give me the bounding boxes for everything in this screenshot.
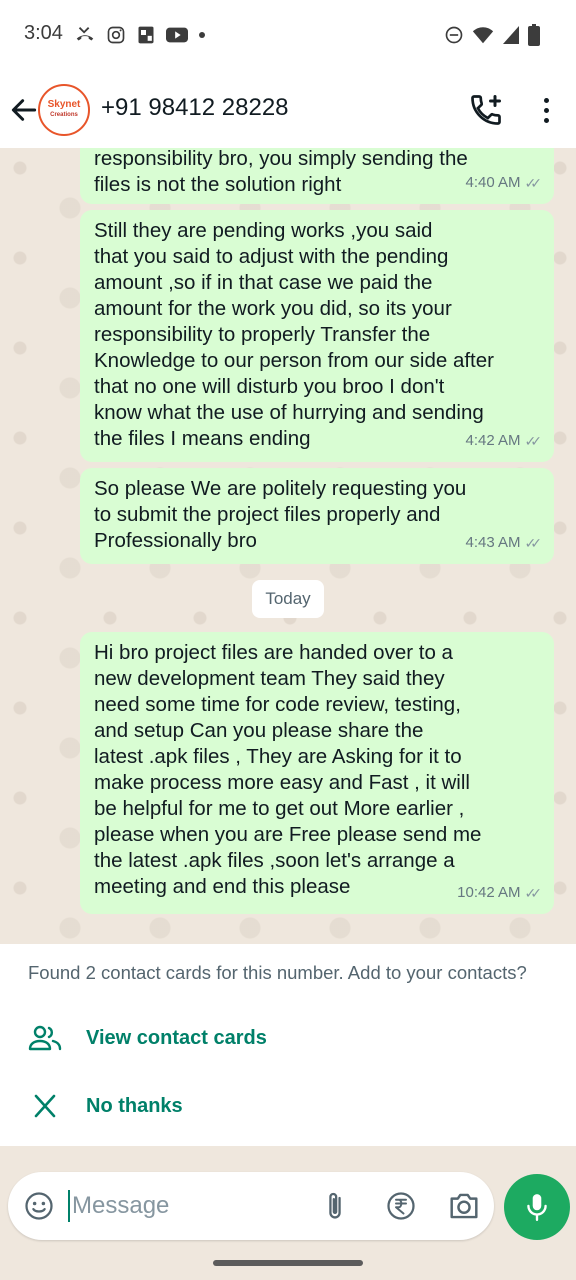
status-time: 3:04	[24, 22, 63, 44]
double-tick-icon: ✓✓	[524, 175, 543, 191]
battery-icon	[528, 24, 540, 46]
message-meta: 4:42 AM ✓✓	[465, 428, 542, 454]
camera-icon[interactable]	[448, 1191, 480, 1221]
message-bubble[interactable]: Still they are pending works ,you said t…	[80, 210, 554, 462]
message-bubble[interactable]: responsibility bro, you simply sending t…	[80, 148, 554, 204]
microphone-icon	[527, 1194, 547, 1222]
contact-name[interactable]: +91 98412 28228	[101, 94, 289, 122]
contact-card-prompt-text: Found 2 contact cards for this number. A…	[28, 962, 527, 983]
avatar-logo: Skynet Creations	[47, 99, 81, 119]
add-call-icon[interactable]	[468, 92, 504, 128]
message-text: Still they are pending works ,you said t…	[94, 219, 494, 450]
double-tick-icon: ✓✓	[524, 885, 543, 901]
date-divider: Today	[252, 580, 324, 618]
message-list[interactable]: responsibility bro, you simply sending t…	[0, 148, 576, 944]
voice-message-button[interactable]	[504, 1174, 570, 1240]
message-time: 4:40 AM	[465, 174, 521, 191]
message-meta: 4:43 AM ✓✓	[465, 530, 542, 556]
home-gesture-handle[interactable]	[213, 1260, 363, 1266]
message-bubble[interactable]: So please We are politely requesting you…	[80, 468, 554, 564]
missed-call-icon	[76, 27, 94, 41]
message-time: 4:43 AM	[465, 534, 521, 551]
double-tick-icon: ✓✓	[524, 433, 543, 449]
more-options-icon[interactable]	[530, 94, 562, 126]
message-input[interactable]	[68, 1190, 308, 1222]
no-thanks-button[interactable]: No thanks	[28, 1084, 183, 1128]
message-meta: 10:42 AM ✓✓	[457, 880, 542, 906]
photo-app-icon	[138, 26, 154, 44]
status-bar: 3:04	[0, 0, 576, 72]
message-composer	[8, 1172, 494, 1240]
no-thanks-label: No thanks	[86, 1094, 183, 1117]
message-meta: 4:40 AM ✓✓	[465, 170, 542, 196]
chat-header: Skynet Creations +91 98412 28228	[0, 72, 576, 148]
system-icons	[444, 24, 540, 46]
youtube-icon	[166, 27, 188, 43]
message-time: 4:42 AM	[465, 432, 521, 449]
rupee-payment-icon[interactable]	[386, 1191, 416, 1221]
do-not-disturb-icon	[445, 26, 463, 44]
double-tick-icon: ✓✓	[524, 535, 543, 551]
sticker-emoji-icon[interactable]	[24, 1191, 54, 1221]
close-icon	[34, 1094, 56, 1118]
message-text: Hi bro project files are handed over to …	[94, 641, 482, 898]
message-time: 10:42 AM	[457, 884, 521, 901]
signal-icon	[503, 26, 519, 44]
wifi-icon	[472, 27, 494, 44]
contact-card-prompt: Found 2 contact cards for this number. A…	[0, 944, 576, 1146]
message-bubble[interactable]: Hi bro project files are handed over to …	[80, 632, 554, 914]
back-arrow-icon[interactable]	[8, 94, 40, 126]
system-navigation-bar	[0, 1248, 576, 1280]
instagram-icon	[107, 26, 125, 44]
notification-icons	[74, 24, 206, 46]
attach-icon[interactable]	[320, 1190, 350, 1222]
people-icon	[28, 1025, 62, 1051]
view-contact-cards-label: View contact cards	[86, 1026, 267, 1049]
dot-icon	[199, 32, 205, 38]
view-contact-cards-button[interactable]: View contact cards	[28, 1016, 267, 1060]
avatar[interactable]: Skynet Creations	[38, 84, 90, 136]
